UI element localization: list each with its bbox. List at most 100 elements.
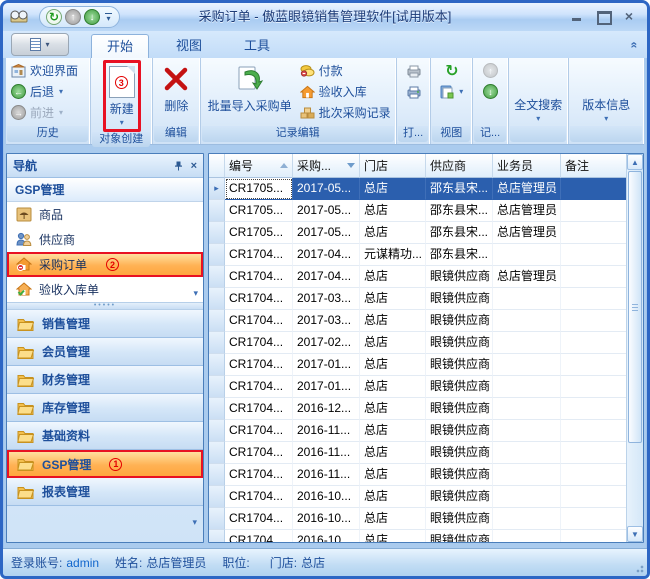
tab-view[interactable]: 视图 — [161, 34, 217, 58]
table-row[interactable]: CR1704... 2017-03... 总店 眼镜供应商 — [209, 310, 626, 332]
table-row[interactable]: CR1704... 2017-04... 元谋精功... 邵东县宋... — [209, 244, 626, 266]
nav-scroll-down-icon[interactable]: ▾ — [193, 288, 198, 299]
account-label: 登录账号: — [11, 554, 62, 571]
position-label: 职位: — [222, 554, 249, 571]
row-indicator — [209, 332, 225, 354]
sidebar-group-label: 库存管理 — [42, 399, 90, 416]
nav-section-header: GSP管理 — [7, 178, 203, 202]
print-preview-icon — [406, 64, 422, 78]
table-row[interactable]: CR1704... 2016-11... 总店 眼镜供应商 — [209, 464, 626, 486]
batch-records-button[interactable]: 批次采购记录 — [297, 102, 394, 123]
batch-import-button[interactable]: 批量导入采购单 — [203, 60, 297, 126]
column-header-supplier[interactable]: 供应商 — [426, 154, 493, 178]
new-button[interactable]: 3 新建 ▾ — [103, 60, 141, 132]
table-row[interactable]: CR1704... 2017-01... 总店 眼镜供应商 — [209, 376, 626, 398]
application-menu-button[interactable]: ▾ — [11, 33, 69, 56]
tab-tools[interactable]: 工具 — [229, 34, 285, 58]
group-caption-print: 打... — [398, 126, 429, 142]
table-row[interactable]: CR1705... 2017-05... 总店 邵东县宋... 总店管理员 — [209, 222, 626, 244]
back-button[interactable]: ← 后退▾ — [8, 81, 88, 102]
scroll-up-icon[interactable]: ▲ — [627, 154, 643, 170]
sidebar-group-label: GSP管理 — [42, 456, 91, 473]
table-row[interactable]: CR1705... 2017-05... 总店 邵东县宋... 总店管理员 — [209, 200, 626, 222]
ribbon-group-edit: 删除 编辑 — [153, 58, 201, 144]
sidebar-group-button[interactable]: 销售管理 — [7, 310, 203, 338]
group-caption-record-nav: 记... — [474, 126, 506, 142]
group-caption-record-edit: 记录编辑 — [202, 126, 394, 142]
folder-icon — [17, 317, 34, 331]
pin-icon[interactable] — [174, 161, 183, 171]
refresh-view-button[interactable]: ↻ — [442, 60, 461, 81]
nav-item-suppliers[interactable]: 供应商 — [7, 227, 203, 252]
vertical-scrollbar[interactable]: ▲ ▼ — [626, 154, 643, 542]
row-indicator — [209, 244, 225, 266]
column-header-store[interactable]: 门店 — [360, 154, 426, 178]
nav-item-products[interactable]: 商品 — [7, 202, 203, 227]
row-indicator — [209, 508, 225, 530]
welcome-screen-button[interactable]: 欢迎界面 — [8, 60, 88, 81]
folder-icon — [17, 345, 34, 359]
collapse-ribbon-icon[interactable]: « — [628, 42, 642, 49]
scrollbar-thumb[interactable] — [628, 171, 642, 443]
record-prev-button[interactable]: ↑ — [480, 60, 501, 81]
table-row[interactable]: CR1704... 2017-04... 总店 眼镜供应商 总店管理员 — [209, 266, 626, 288]
table-row[interactable]: CR1704... 2016-10... 总店 眼镜供应商 — [209, 486, 626, 508]
scroll-down-icon[interactable]: ▼ — [627, 526, 643, 542]
column-header-remarks[interactable]: 备注 — [561, 154, 626, 178]
record-next-button[interactable]: ↓ — [480, 81, 501, 102]
layout-button[interactable]: ▾ — [437, 81, 466, 102]
tab-start[interactable]: 开始 — [91, 34, 149, 58]
sidebar-group-label: 销售管理 — [42, 315, 90, 332]
app-menu-icon — [30, 38, 41, 51]
sidebar-group-button[interactable]: 库存管理 — [7, 394, 203, 422]
table-row[interactable]: CR1704... 2017-03... 总店 眼镜供应商 — [209, 288, 626, 310]
folder-icon — [17, 457, 34, 471]
navigation-panel: 导航 × GSP管理 商品 供应商 采购订单 — [6, 153, 204, 543]
column-header-salesperson[interactable]: 业务员 — [493, 154, 561, 178]
sidebar-group-button[interactable]: 会员管理 — [7, 338, 203, 366]
close-button[interactable]: × — [621, 9, 637, 23]
delete-button[interactable]: 删除 — [160, 60, 192, 126]
nav-splitter-handle[interactable]: ••••• — [7, 302, 203, 310]
table-row[interactable]: CR1704... 2016-10... 总店 眼镜供应商 — [209, 530, 626, 542]
ribbon-group-version: 版本信息 ▾ — [569, 58, 644, 144]
table-row[interactable]: ▸ CR1705... 2017-05... 总店 邵东县宋... 总店管理员 — [209, 178, 626, 200]
row-indicator — [209, 398, 225, 420]
resize-grip[interactable] — [634, 563, 644, 573]
minimize-button[interactable] — [569, 9, 585, 23]
table-row[interactable]: CR1704... 2016-10... 总店 眼镜供应商 — [209, 508, 626, 530]
ribbon-group-record-edit: 批量导入采购单 付款 验收入库 批次采购记录 — [201, 58, 397, 144]
forward-button[interactable]: → 前进▾ — [8, 102, 88, 123]
table-header: 编号 采购... 门店 供应商 业务员 备注 — [209, 154, 626, 178]
print-button[interactable] — [403, 81, 425, 102]
table-row[interactable]: CR1704... 2016-11... 总店 眼镜供应商 — [209, 420, 626, 442]
sidebar-group-button[interactable]: 财务管理 — [7, 366, 203, 394]
group-config-dropdown-icon[interactable]: ▾ — [192, 517, 197, 528]
title-bar: ↻ ↑ ↓ ▾ 采购订单 - 傲蓝眼镜销售管理软件[试用版本] × — [3, 3, 647, 31]
sidebar-group-button[interactable]: 报表管理 — [7, 478, 203, 506]
fulltext-search-button[interactable]: 全文搜索 ▾ — [511, 94, 565, 125]
refresh-icon: ↻ — [445, 61, 458, 81]
payment-button[interactable]: 付款 — [297, 60, 394, 81]
table-row[interactable]: CR1704... 2017-02... 总店 眼镜供应商 — [209, 332, 626, 354]
receive-stock-button[interactable]: 验收入库 — [297, 81, 394, 102]
column-header-number[interactable]: 编号 — [225, 154, 293, 178]
sidebar-group-button[interactable]: GSP管理 1 — [7, 450, 203, 478]
version-info-button[interactable]: 版本信息 ▾ — [579, 94, 633, 125]
nav-item-purchase-orders[interactable]: 采购订单 2 — [7, 252, 203, 277]
table-row[interactable]: CR1704... 2016-11... 总店 眼镜供应商 — [209, 442, 626, 464]
table-row[interactable]: CR1704... 2017-01... 总店 眼镜供应商 — [209, 354, 626, 376]
print-preview-button[interactable] — [403, 60, 425, 81]
sidebar-group-button[interactable]: 基础资料 — [7, 422, 203, 450]
ribbon: 欢迎界面 ← 后退▾ → 前进▾ 历史 3 新建 — [6, 58, 644, 145]
boxes-icon — [300, 107, 315, 119]
table-row[interactable]: CR1704... 2016-12... 总店 眼镜供应商 — [209, 398, 626, 420]
row-indicator — [209, 310, 225, 332]
group-caption-create: 对象创建 — [92, 132, 150, 147]
group-caption-version — [570, 126, 642, 142]
row-indicator — [209, 200, 225, 222]
column-header-purchase-date[interactable]: 采购... — [293, 154, 360, 178]
close-panel-icon[interactable]: × — [191, 160, 197, 172]
maximize-button[interactable] — [595, 9, 611, 23]
nav-item-receiving-notes[interactable]: 验收入库单 — [7, 277, 203, 302]
